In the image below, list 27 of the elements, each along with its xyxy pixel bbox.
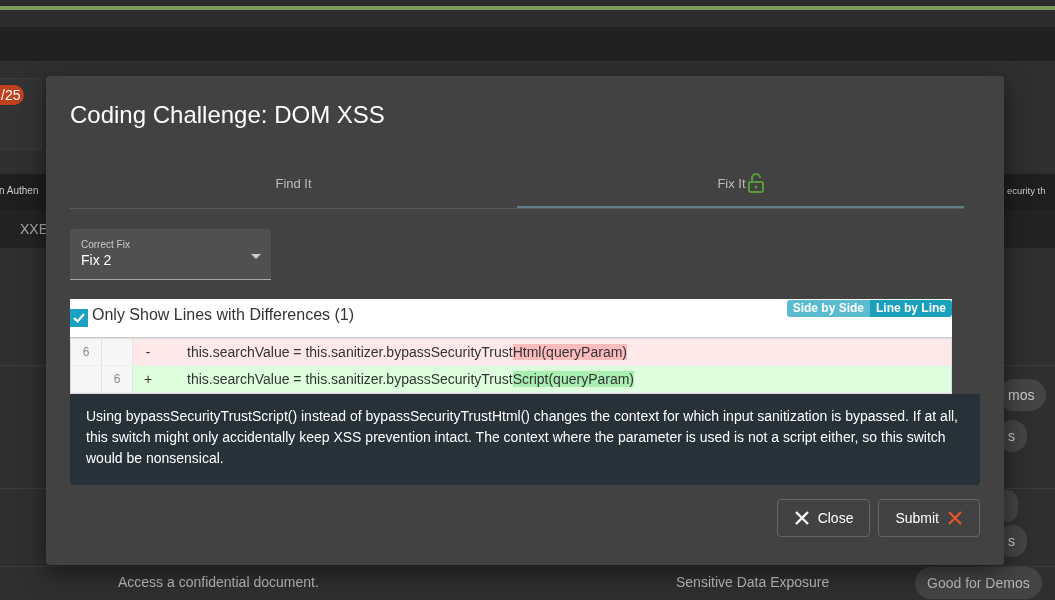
dialog-title: Coding Challenge: DOM XSS bbox=[70, 100, 386, 130]
diff-sign: - bbox=[144, 344, 152, 360]
close-icon bbox=[793, 510, 810, 526]
checkbox[interactable] bbox=[70, 309, 88, 327]
view-toggle[interactable]: Line by Line bbox=[870, 300, 952, 317]
explanation-text: Using bypassSecurityTrustScript() instead of bypassSecurityTrustHtml() changes the context for which input sanitization is bypassed. If at all, this switch might only accidentally keep XSS prevention intact. The context where the parameter is used is not a script either, so this switch would be nonsensical. bbox=[70, 394, 980, 485]
tab[interactable]: Find It bbox=[70, 160, 517, 208]
category-text: n Authen bbox=[0, 185, 39, 196]
code-line: this.searchValue = this.sanitizer.bypassSecurityTrustScript(queryParam) bbox=[186, 371, 635, 387]
code-line: this.searchValue = this.sanitizer.bypassSecurityTrustHtml(queryParam) bbox=[186, 344, 628, 360]
challenge-description: Access a confidential document. bbox=[118, 574, 319, 590]
diff-sign: + bbox=[142, 371, 154, 387]
checkbox-label: Only Show Lines with Differences (1) bbox=[92, 306, 355, 324]
tag-pill: Good for Demos bbox=[915, 567, 1042, 599]
close-button[interactable]: Close bbox=[776, 499, 871, 537]
fix-select[interactable]: Correct Fix Fix 2 bbox=[70, 229, 271, 280]
caret-icon bbox=[251, 254, 261, 259]
category-text: ecurity th bbox=[1007, 185, 1046, 196]
cross-icon bbox=[947, 510, 963, 526]
tab[interactable]: Fix It bbox=[517, 160, 964, 208]
unlocked-padlock-icon bbox=[747, 173, 764, 193]
category-text: XXE bbox=[20, 221, 48, 237]
submit-button[interactable]: Submit bbox=[878, 499, 980, 537]
challenge-category: Sensitive Data Exposure bbox=[676, 574, 830, 590]
line-number: 6 bbox=[102, 366, 133, 392]
score-badge: /25 bbox=[0, 85, 25, 105]
line-number: 6 bbox=[71, 339, 102, 365]
